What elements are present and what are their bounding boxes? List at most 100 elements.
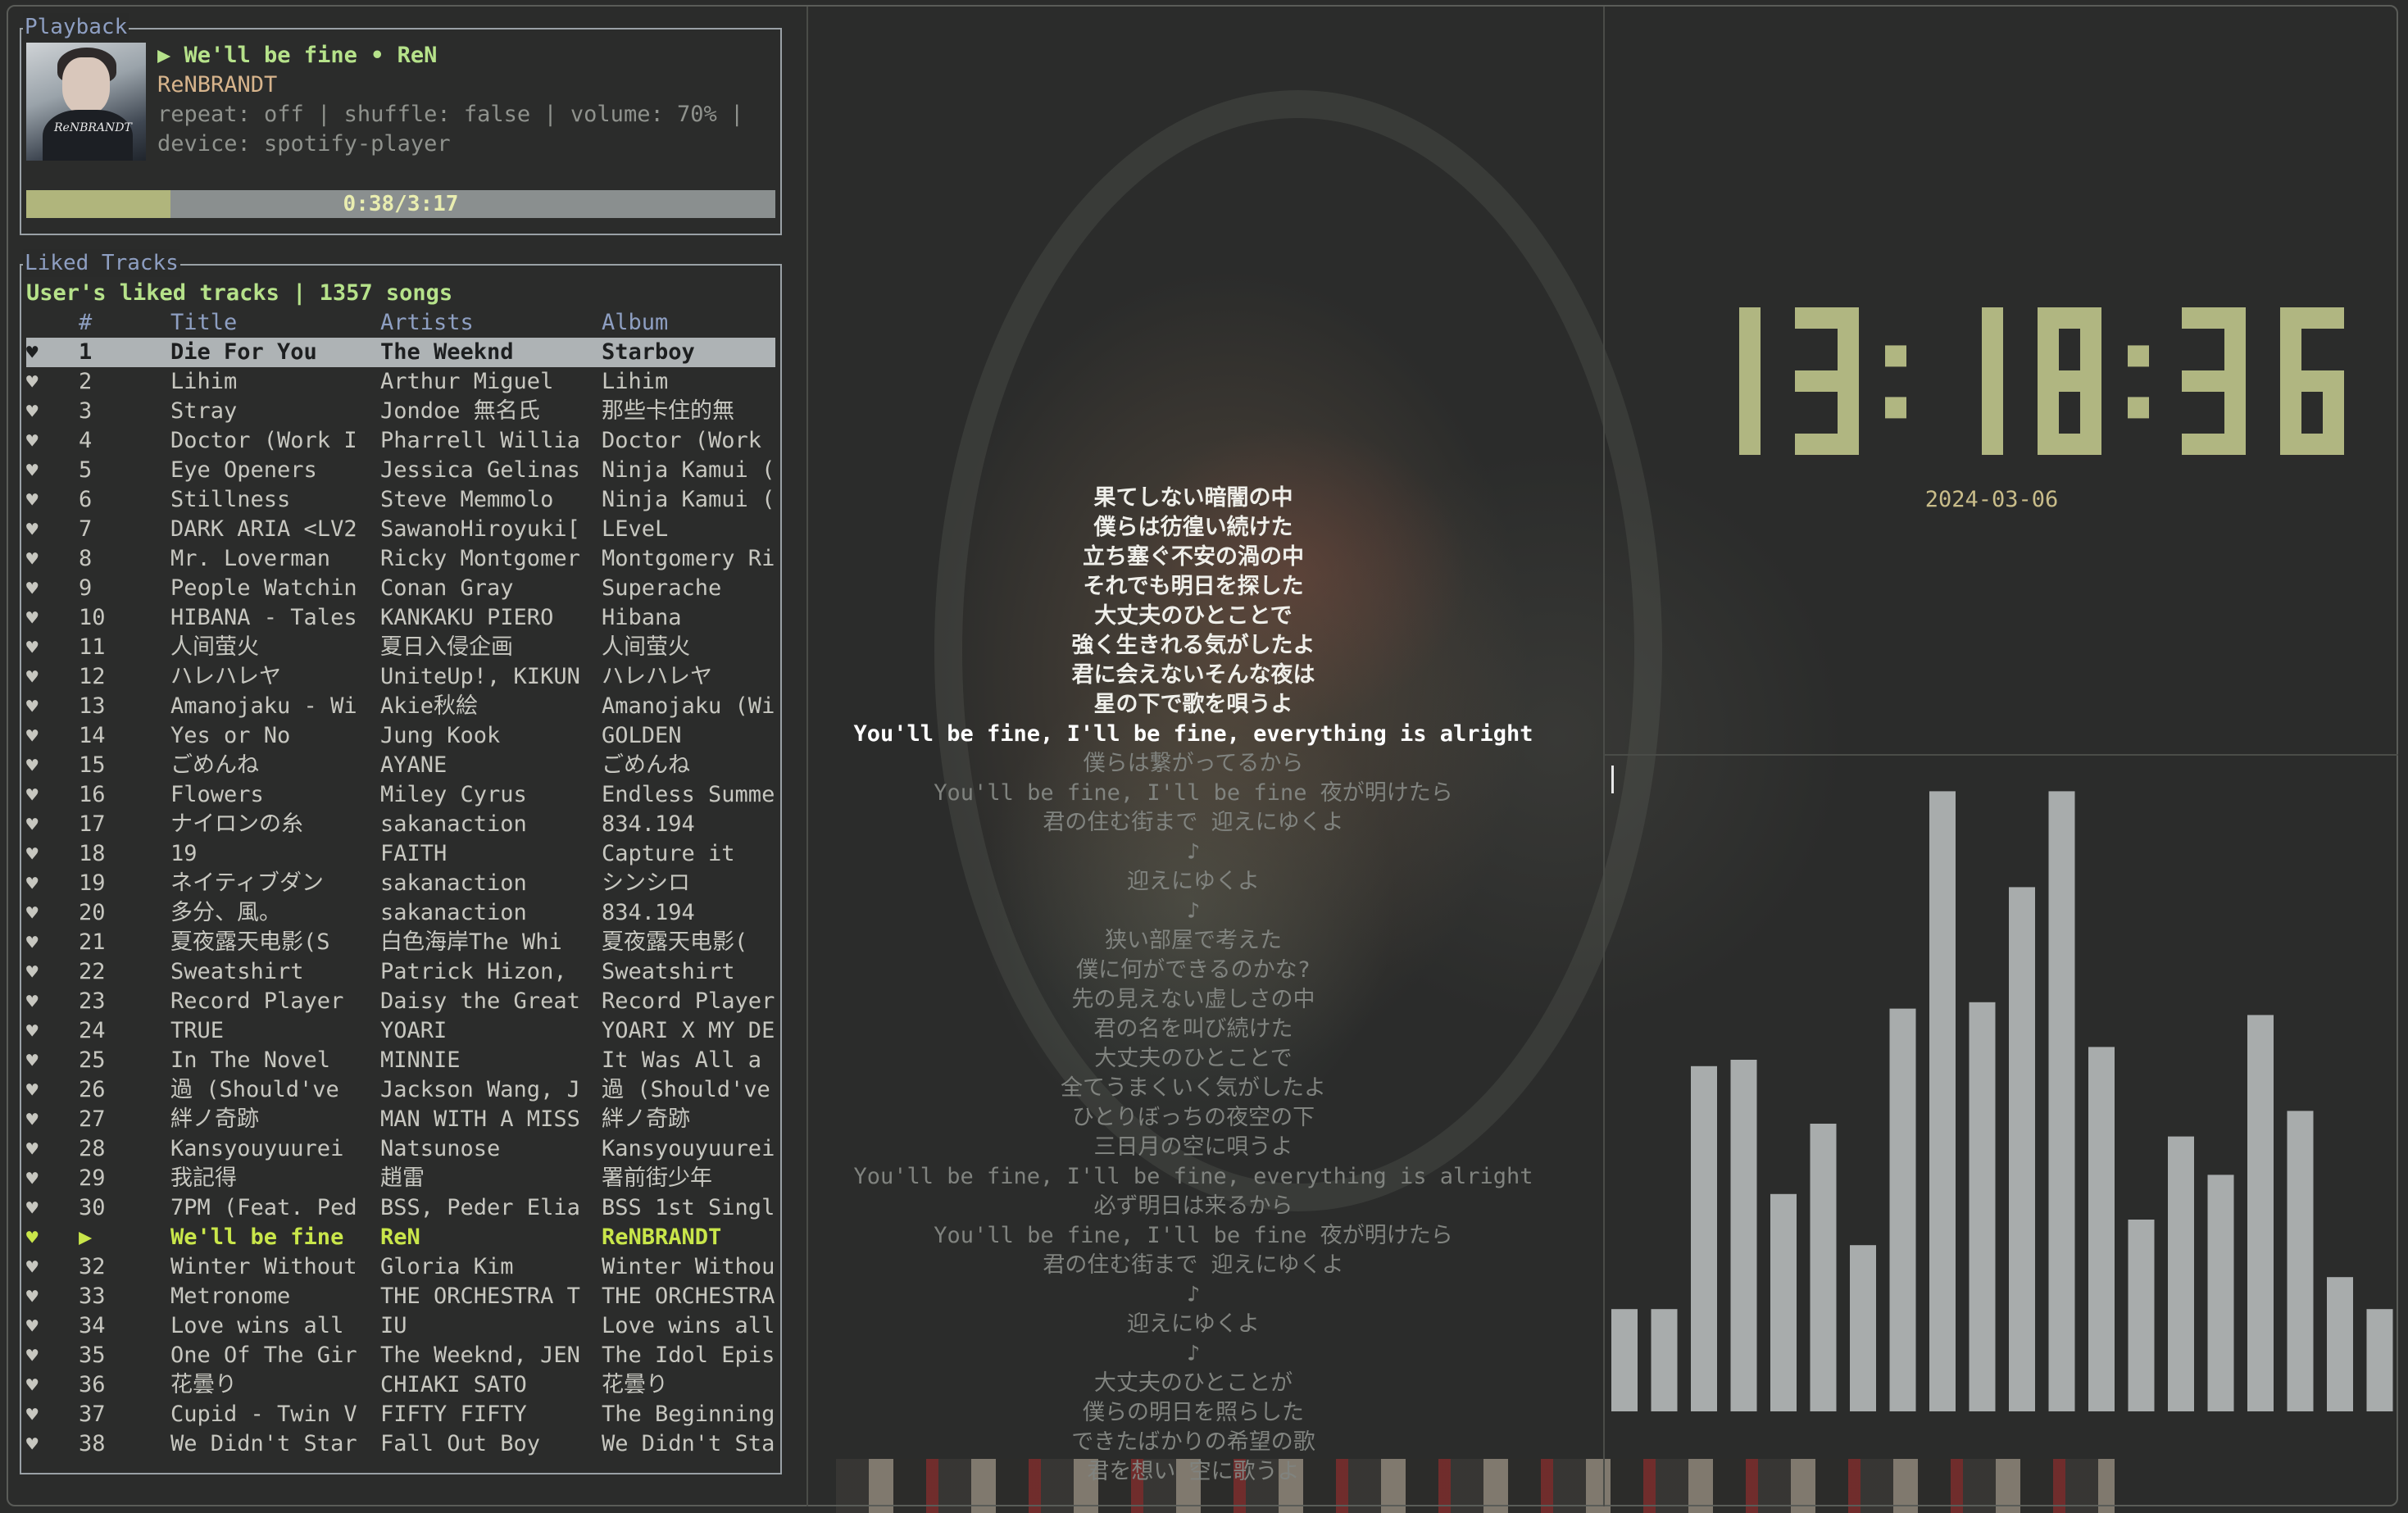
heart-icon[interactable]: ♥ — [26, 692, 51, 721]
clock-digit — [2182, 307, 2246, 455]
track-row[interactable]: ♥ 23 Record Player Daisy the Great Record Pl… — [26, 987, 775, 1016]
heart-icon[interactable]: ♥ — [26, 662, 51, 692]
track-row[interactable]: ♥ 19 ネイティブダン sakanaction シンシロ — [26, 869, 775, 898]
track-row[interactable]: ♥ 11 人间萤火 夏日入侵企画 人间萤火 — [26, 633, 775, 662]
track-row[interactable]: ♥ 13 Amanojaku - Wi Akie秋絵 Amanojaku (Wi — [26, 692, 775, 721]
progress-bar[interactable]: 0:38/3:17 — [26, 190, 775, 218]
track-row[interactable]: ♥ 7 DARK ARIA <LV2 SawanoHiroyuki[LEveL — [26, 515, 775, 544]
heart-icon[interactable]: ♥ — [26, 1341, 51, 1370]
track-row[interactable]: ♥ 29 我記得 趙雷 署前街少年 — [26, 1164, 775, 1193]
track-row[interactable]: ♥ 36 花曇り CHIAKI SATO 花曇り — [26, 1370, 775, 1400]
heart-icon[interactable]: ♥ — [26, 1046, 51, 1075]
track-row[interactable]: ♥ 4 Doctor (Work I Pharrell Willia Doctor (W… — [26, 426, 775, 456]
track-row[interactable]: ♥ 38 We Didn't Star Fall Out Boy We Didn't S… — [26, 1429, 775, 1459]
track-row[interactable]: ♥ 27 絆ノ奇跡 MAN WITH A MISS 絆ノ奇跡 — [26, 1105, 775, 1134]
track-row[interactable]: ♥ 30 7PM (Feat. Ped BSS, Peder Elia BSS 1st … — [26, 1193, 775, 1223]
visualizer-bar — [1691, 1065, 1717, 1411]
visualizer-bar — [1969, 1002, 1996, 1411]
heart-icon[interactable]: ♥ — [26, 869, 51, 898]
track-row[interactable]: ♥ 1 Die For You The Weeknd Starboy — [26, 338, 775, 367]
heart-icon[interactable]: ♥ — [26, 426, 51, 456]
track-row[interactable]: ♥ 16 Flowers Miley Cyrus Endless Summe — [26, 780, 775, 810]
track-row[interactable]: ♥ 25 In The Novel MINNIE It Was All a — [26, 1046, 775, 1075]
heart-icon[interactable]: ♥ — [26, 515, 51, 544]
heart-icon[interactable]: ♥ — [26, 397, 51, 426]
lyric-line: You'll be fine, I'll be fine, everything… — [853, 1164, 1533, 1189]
heart-icon[interactable]: ♥ — [26, 987, 51, 1016]
column-album[interactable]: Album — [602, 308, 668, 338]
track-row[interactable]: ♥ 37 Cupid - Twin V FIFTY FIFTY The Beginnin… — [26, 1400, 775, 1429]
track-row[interactable]: ♥ 2 Lihim Arthur Miguel Lihim — [26, 367, 775, 397]
heart-icon[interactable]: ♥ — [26, 780, 51, 810]
track-row[interactable]: ♥ 34 Love wins all IU Love wins all — [26, 1311, 775, 1341]
track-album: 花曇り — [602, 1372, 668, 1397]
lyric-line: 君の住む街まで 迎えにゆくよ — [1043, 1252, 1344, 1278]
column-title[interactable]: Title — [170, 308, 237, 338]
track-row[interactable]: ♥ 9 People Watchin Conan Gray Superache — [26, 574, 775, 603]
track-number: 32 — [79, 1254, 106, 1279]
track-row[interactable]: ♥ 20 多分、風。 sakanaction 834.194 — [26, 898, 775, 928]
track-row[interactable]: ♥ 14 Yes or No Jung Kook GOLDEN — [26, 721, 775, 751]
track-row[interactable]: ♥ 18 19 FAITH Capture it — [26, 839, 775, 869]
cover-signature: ReNBRANDT — [54, 121, 132, 134]
track-row[interactable]: ♥ 21 夏夜露天电影(S 白色海岸The Whi 夏夜露天电影( — [26, 928, 775, 957]
heart-icon[interactable]: ♥ — [26, 574, 51, 603]
track-number: 19 — [79, 870, 106, 896]
track-number: 29 — [79, 1165, 106, 1191]
heart-icon[interactable]: ♥ — [26, 1164, 51, 1193]
track-row[interactable]: ♥ 10 HIBANA - Tales KANKAKU PIERO Hibana — [26, 603, 775, 633]
track-row[interactable]: ♥ 12 ハレハレヤ UniteUp!, KIKUN ハレハレヤ — [26, 662, 775, 692]
track-title: We Didn't Star — [170, 1431, 357, 1456]
heart-icon[interactable]: ♥ — [26, 1311, 51, 1341]
column-artists[interactable]: Artists — [380, 308, 474, 338]
heart-icon[interactable]: ♥ — [26, 544, 51, 574]
track-row[interactable]: ♥ ▶ We'll be fine ReN ReNBRANDT — [26, 1223, 775, 1252]
heart-icon[interactable]: ♥ — [26, 1193, 51, 1223]
track-row[interactable]: ♥ 3 Stray Jondoe 無名氏 那些卡住的無 — [26, 397, 775, 426]
track-row[interactable]: ♥ 8 Mr. Loverman Ricky Montgomer Montgomery … — [26, 544, 775, 574]
track-row[interactable]: ♥ 28 Kansyouyuurei Natsunose Kansyouyuurei — [26, 1134, 775, 1164]
track-row[interactable]: ♥ 32 Winter Without Gloria Kim Winter Withou — [26, 1252, 775, 1282]
heart-icon[interactable]: ♥ — [26, 1252, 51, 1282]
track-album: Doctor (Work — [602, 428, 762, 453]
track-row[interactable]: ♥ 33 Metronome THE ORCHESTRA T THE ORCHESTRA — [26, 1282, 775, 1311]
track-row[interactable]: ♥ 5 Eye Openers Jessica Gelinas Ninja Kamui … — [26, 456, 775, 485]
track-number: 23 — [79, 988, 106, 1014]
lyric-line: 僕らは彷徨い続けた — [1093, 515, 1293, 540]
heart-icon[interactable]: ♥ — [26, 367, 51, 397]
track-row[interactable]: ♥ 22 Sweatshirt Patrick Hizon, Sweatshirt — [26, 957, 775, 987]
heart-icon[interactable]: ♥ — [26, 338, 51, 367]
heart-icon[interactable]: ♥ — [26, 456, 51, 485]
heart-icon[interactable]: ♥ — [26, 810, 51, 839]
track-number: ▶ — [79, 1224, 93, 1250]
heart-icon[interactable]: ♥ — [26, 1370, 51, 1400]
heart-icon[interactable]: ♥ — [26, 751, 51, 780]
heart-icon[interactable]: ♥ — [26, 1134, 51, 1164]
lyric-line: 迎えにゆくよ — [1127, 1311, 1260, 1337]
track-row[interactable]: ♥ 17 ナイロンの糸 sakanaction 834.194 — [26, 810, 775, 839]
column-number[interactable]: # — [79, 308, 92, 338]
track-row[interactable]: ♥ 26 過 (Should've Jackson Wang, J 過 (Should'… — [26, 1075, 775, 1105]
heart-icon[interactable]: ♥ — [26, 1400, 51, 1429]
track-row[interactable]: ♥ 15 ごめんね AYANE ごめんね — [26, 751, 775, 780]
clock-digit — [2280, 307, 2344, 455]
track-artists: 趙雷 — [380, 1165, 425, 1191]
track-row[interactable]: ♥ 35 One Of The Gir The Weeknd, JEN The Idol… — [26, 1341, 775, 1370]
heart-icon[interactable]: ♥ — [26, 633, 51, 662]
heart-icon[interactable]: ♥ — [26, 1016, 51, 1046]
heart-icon[interactable]: ♥ — [26, 1075, 51, 1105]
heart-icon[interactable]: ♥ — [26, 485, 51, 515]
heart-icon[interactable]: ♥ — [26, 603, 51, 633]
track-row[interactable]: ♥ 6 Stillness Steve Memmolo Ninja Kamui ( — [26, 485, 775, 515]
track-row[interactable]: ♥ 24 TRUE YOARI YOARI X MY DE — [26, 1016, 775, 1046]
track-album: 過 (Should've — [602, 1077, 770, 1102]
heart-icon[interactable]: ♥ — [26, 1429, 51, 1459]
heart-icon[interactable]: ♥ — [26, 839, 51, 869]
heart-icon[interactable]: ♥ — [26, 957, 51, 987]
heart-icon[interactable]: ♥ — [26, 1223, 51, 1252]
heart-icon[interactable]: ♥ — [26, 898, 51, 928]
heart-icon[interactable]: ♥ — [26, 721, 51, 751]
heart-icon[interactable]: ♥ — [26, 1105, 51, 1134]
heart-icon[interactable]: ♥ — [26, 1282, 51, 1311]
heart-icon[interactable]: ♥ — [26, 928, 51, 957]
